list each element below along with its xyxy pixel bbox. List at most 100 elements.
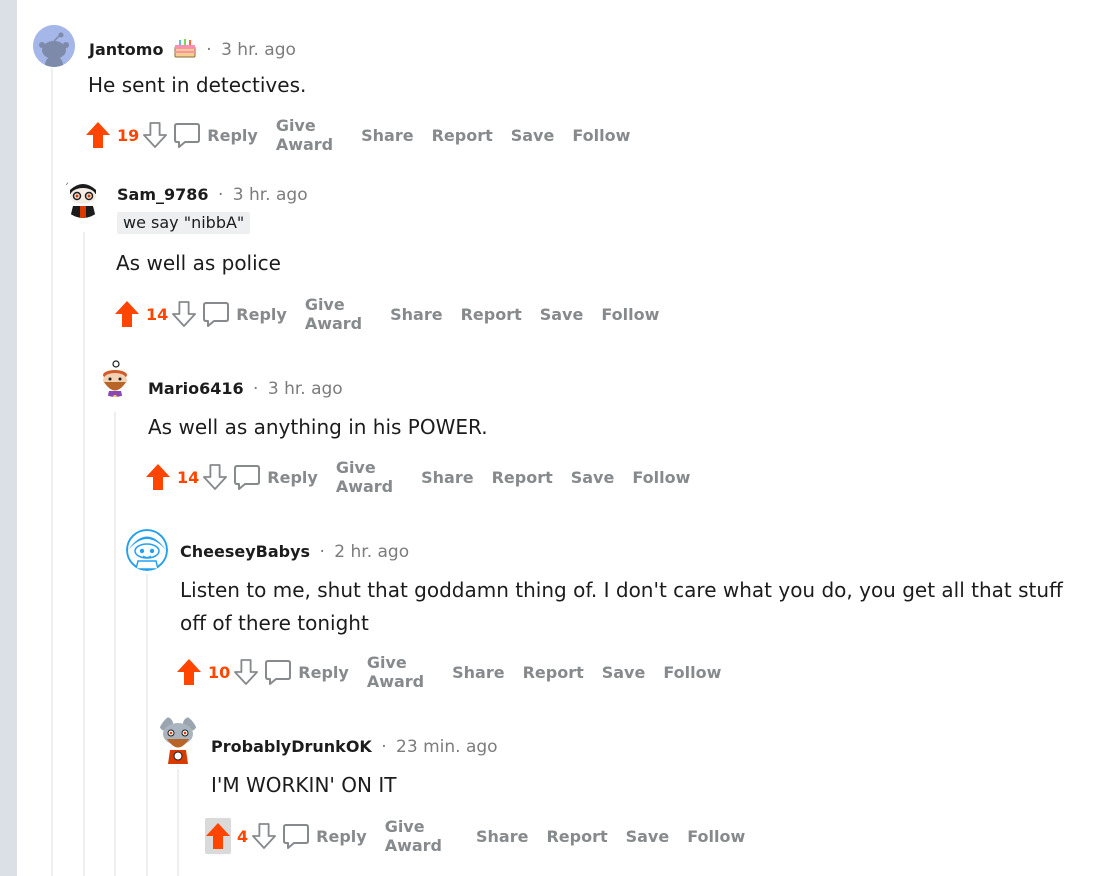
share-button[interactable]: Share bbox=[452, 663, 504, 682]
follow-button[interactable]: Follow bbox=[663, 663, 721, 682]
report-button[interactable]: Report bbox=[461, 305, 522, 324]
separator-dot: · bbox=[253, 379, 259, 399]
give-award-button[interactable]: Give Award bbox=[276, 116, 343, 154]
reply-button[interactable]: Reply bbox=[207, 126, 258, 145]
comment-actions: 4 Reply Give Award Share Report Save Fol… bbox=[205, 817, 745, 855]
timestamp[interactable]: 3 hr. ago bbox=[233, 185, 308, 205]
downvote-button[interactable] bbox=[203, 462, 228, 492]
vote-score: 19 bbox=[117, 125, 140, 145]
upvote-button[interactable] bbox=[176, 657, 202, 687]
save-button[interactable]: Save bbox=[540, 305, 584, 324]
comment-actions: 10 Reply Give Award Share Report Save Fo… bbox=[176, 653, 721, 691]
upvote-arrow-icon bbox=[177, 659, 201, 685]
upvote-arrow-icon bbox=[206, 823, 230, 849]
upvote-button[interactable] bbox=[85, 120, 111, 150]
give-award-button[interactable]: Give Award bbox=[336, 458, 403, 496]
thread-line-3[interactable] bbox=[114, 412, 116, 876]
author-name[interactable]: Jantomo bbox=[89, 40, 163, 59]
upvote-button[interactable] bbox=[145, 462, 171, 492]
comment-body: Listen to me, shut that goddamn thing of… bbox=[180, 578, 1063, 635]
downvote-button[interactable] bbox=[234, 657, 259, 687]
comment-actions: 14 Reply Give Award Share Report Save Fo… bbox=[114, 295, 659, 333]
downvote-arrow-icon bbox=[234, 659, 259, 685]
save-button[interactable]: Save bbox=[626, 827, 670, 846]
downvote-button[interactable] bbox=[172, 299, 197, 329]
vote-score: 4 bbox=[237, 826, 249, 846]
comment-thread-panel: Jantomo · 3 hr. ago He sent in detective… bbox=[17, 0, 1093, 876]
cake-award-icon[interactable] bbox=[173, 37, 197, 59]
timestamp[interactable]: 3 hr. ago bbox=[268, 379, 343, 399]
comment-body: He sent in detectives. bbox=[88, 73, 307, 97]
share-button[interactable]: Share bbox=[361, 126, 413, 145]
upvote-button[interactable] bbox=[205, 818, 231, 854]
snoo-bearded-icon[interactable] bbox=[94, 355, 136, 397]
thread-line-1[interactable] bbox=[51, 68, 53, 876]
reply-bubble-icon[interactable] bbox=[202, 299, 230, 329]
snoo-gray-icon[interactable] bbox=[33, 25, 75, 67]
separator-dot: · bbox=[381, 737, 387, 757]
user-flair-badge: we say "nibbA" bbox=[117, 212, 251, 234]
comment-meta: ProbablyDrunkOK · 23 min. ago bbox=[211, 737, 498, 757]
report-button[interactable]: Report bbox=[432, 126, 493, 145]
comment-meta: Mario6416 · 3 hr. ago bbox=[148, 379, 343, 399]
share-button[interactable]: Share bbox=[390, 305, 442, 324]
report-button[interactable]: Report bbox=[546, 827, 607, 846]
reply-button[interactable]: Reply bbox=[316, 827, 367, 846]
upvote-arrow-icon bbox=[86, 122, 110, 148]
author-name[interactable]: Sam_9786 bbox=[117, 185, 209, 204]
follow-button[interactable]: Follow bbox=[572, 126, 630, 145]
downvote-arrow-icon bbox=[172, 301, 197, 327]
report-button[interactable]: Report bbox=[523, 663, 584, 682]
reply-bubble-icon[interactable] bbox=[264, 657, 292, 687]
report-button[interactable]: Report bbox=[492, 468, 553, 487]
separator-dot: · bbox=[206, 40, 212, 60]
give-award-button[interactable]: Give Award bbox=[385, 817, 458, 855]
share-button[interactable]: Share bbox=[421, 468, 473, 487]
snoo-glasses-icon[interactable] bbox=[62, 176, 104, 218]
timestamp[interactable]: 23 min. ago bbox=[396, 737, 498, 757]
timestamp[interactable]: 3 hr. ago bbox=[221, 40, 296, 60]
author-name[interactable]: Mario6416 bbox=[148, 379, 244, 398]
separator-dot: · bbox=[319, 542, 325, 562]
comment-meta: Sam_9786 · 3 hr. ago bbox=[117, 185, 308, 205]
comment-meta: Jantomo · 3 hr. ago bbox=[89, 37, 296, 60]
give-award-button[interactable]: Give Award bbox=[367, 653, 434, 691]
reply-button[interactable]: Reply bbox=[267, 468, 318, 487]
reply-bubble-icon[interactable] bbox=[173, 120, 201, 150]
downvote-arrow-icon bbox=[252, 823, 277, 849]
downvote-arrow-icon bbox=[203, 464, 228, 490]
give-award-button[interactable]: Give Award bbox=[305, 295, 372, 333]
thread-line-5[interactable] bbox=[177, 769, 179, 876]
upvote-button[interactable] bbox=[114, 299, 140, 329]
follow-button[interactable]: Follow bbox=[632, 468, 690, 487]
downvote-button[interactable] bbox=[143, 120, 168, 150]
reply-button[interactable]: Reply bbox=[298, 663, 349, 682]
vote-score: 14 bbox=[146, 304, 169, 324]
follow-button[interactable]: Follow bbox=[601, 305, 659, 324]
upvote-arrow-icon bbox=[146, 464, 170, 490]
reply-bubble-icon[interactable] bbox=[233, 462, 261, 492]
timestamp[interactable]: 2 hr. ago bbox=[334, 542, 409, 562]
snoo-blue-icon[interactable] bbox=[126, 529, 168, 571]
reply-button[interactable]: Reply bbox=[236, 305, 287, 324]
comment-body: I'M WORKIN' ON IT bbox=[211, 773, 397, 797]
reply-bubble-icon[interactable] bbox=[282, 821, 310, 851]
comment-actions: 14 Reply Give Award Share Report Save Fo… bbox=[145, 458, 690, 496]
thread-line-4[interactable] bbox=[146, 574, 148, 876]
snoo-koala-icon[interactable] bbox=[157, 714, 199, 768]
separator-dot: · bbox=[217, 185, 224, 205]
author-name[interactable]: ProbablyDrunkOK bbox=[211, 737, 372, 756]
comment-body: As well as anything in his POWER. bbox=[148, 415, 488, 439]
vote-score: 14 bbox=[177, 467, 200, 487]
comment-meta: CheeseyBabys · 2 hr. ago bbox=[180, 542, 409, 562]
downvote-button[interactable] bbox=[252, 821, 277, 851]
follow-button[interactable]: Follow bbox=[687, 827, 745, 846]
save-button[interactable]: Save bbox=[571, 468, 615, 487]
vote-score: 10 bbox=[208, 662, 231, 682]
comment-actions: 19 Reply Give Award Share Report Save Fo… bbox=[85, 116, 630, 154]
author-name[interactable]: CheeseyBabys bbox=[180, 542, 310, 561]
save-button[interactable]: Save bbox=[602, 663, 646, 682]
save-button[interactable]: Save bbox=[511, 126, 555, 145]
thread-line-2[interactable] bbox=[83, 232, 85, 876]
share-button[interactable]: Share bbox=[476, 827, 528, 846]
